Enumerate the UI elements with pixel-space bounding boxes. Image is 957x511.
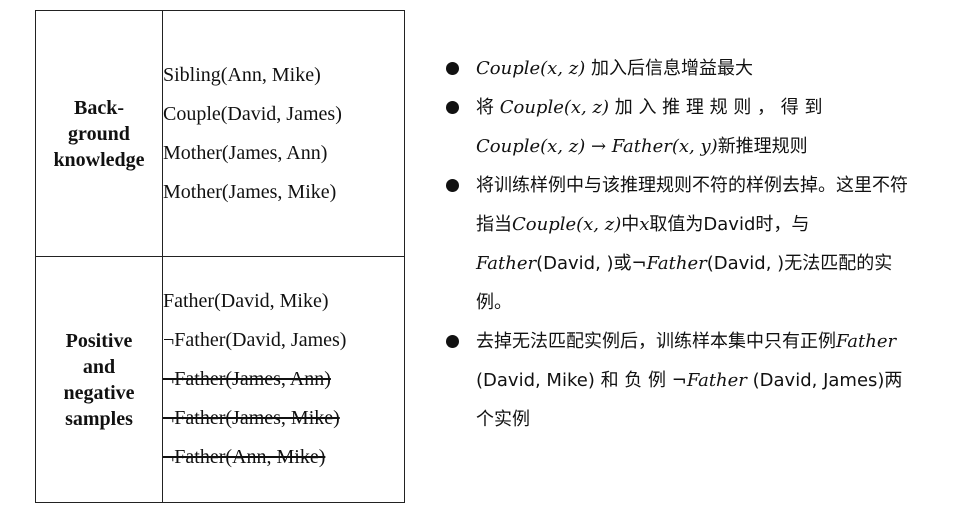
- bullet-text: (David, )或¬: [536, 253, 647, 274]
- bullet-item: 将 Couple(x, z) 加 入 推 理 规 则 ， 得 到 Couple(…: [445, 88, 915, 166]
- math-expr: Couple(x, z): [476, 58, 586, 79]
- fact-item: Mother(James, Mike): [163, 180, 337, 203]
- fact-item: Mother(James, Ann): [163, 141, 328, 164]
- math-expr: Father: [836, 331, 897, 352]
- bullet-dot-icon: [446, 62, 459, 75]
- removed-sample-item: ¬Father(Ann, Mike): [163, 446, 326, 468]
- sample-facts: Father(David, Mike) ¬Father(David, James…: [162, 256, 405, 503]
- math-expr: Father: [646, 253, 707, 274]
- bullet-text: (David, Mike) 和 负 例 ¬: [476, 370, 687, 391]
- label-text: Positive and negative samples: [63, 329, 135, 430]
- removed-sample-item: ¬Father(James, Mike): [163, 407, 340, 429]
- bullet-text: 新推理规则: [717, 136, 808, 157]
- background-knowledge-label: Back-ground knowledge: [35, 10, 163, 257]
- math-expr: Couple(x, z): [512, 214, 622, 235]
- math-expr: Father: [686, 370, 747, 391]
- bullet-dot-icon: [446, 335, 459, 348]
- bullet-dot-icon: [446, 101, 459, 114]
- bullet-text: 加入后信息增益最大: [585, 58, 753, 79]
- math-expr: Couple(x, z): [499, 97, 609, 118]
- samples-row: Positive and negative samples Father(David,…: [35, 256, 405, 503]
- math-expr: Couple(x, z) → Father(x, y): [476, 136, 718, 157]
- math-expr: Father: [476, 253, 537, 274]
- background-row: Back-ground knowledge Sibling(Ann, Mike) …: [35, 10, 405, 257]
- bullet-item: 去掉无法匹配实例后，训练样本集中只有正例Father (David, Mike)…: [445, 322, 915, 439]
- sample-item: Father(David, Mike): [163, 290, 329, 312]
- bullet-text: 取值为David时，与: [649, 214, 810, 235]
- knowledge-table: Back-ground knowledge Sibling(Ann, Mike) …: [35, 10, 405, 503]
- bullet-text: 加 入 推 理 规 则 ， 得 到: [609, 97, 823, 118]
- fact-item: Sibling(Ann, Mike): [163, 63, 321, 86]
- samples-label: Positive and negative samples: [35, 256, 163, 503]
- explanation-list: Couple(x, z) 加入后信息增益最大 将 Couple(x, z) 加 …: [445, 49, 915, 439]
- background-facts: Sibling(Ann, Mike) Couple(David, James) …: [162, 10, 405, 257]
- bullet-item: Couple(x, z) 加入后信息增益最大: [445, 49, 915, 88]
- bullet-dot-icon: [446, 179, 459, 192]
- bullet-text: 去掉无法匹配实例后，训练样本集中只有正例: [476, 331, 836, 352]
- bullet-item: 将训练样例中与该推理规则不符的样例去掉。这里不符指当Couple(x, z)中x…: [445, 166, 915, 322]
- removed-sample-item: ¬Father(James, Ann): [163, 368, 331, 390]
- sample-item: ¬Father(David, James): [163, 329, 347, 351]
- bullet-text: 中: [621, 214, 640, 235]
- bullet-text: 将: [476, 97, 500, 118]
- math-expr: x: [639, 214, 650, 235]
- fact-item: Couple(David, James): [163, 102, 342, 125]
- label-text: Back-ground knowledge: [53, 96, 145, 171]
